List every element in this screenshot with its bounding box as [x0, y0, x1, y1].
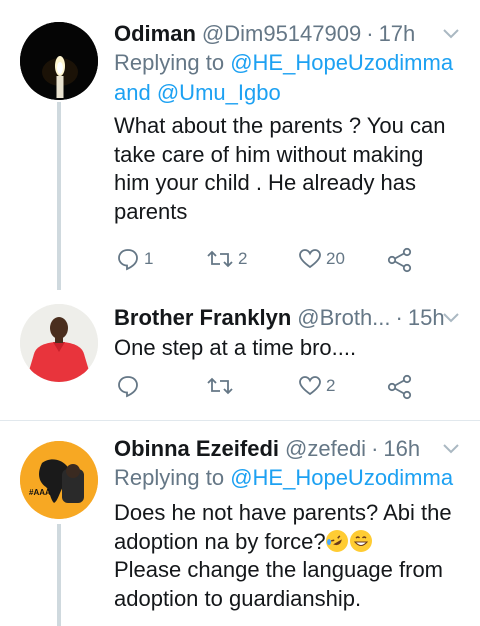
reply-icon	[116, 374, 140, 398]
action-bar: 2	[114, 374, 414, 404]
share-icon	[387, 374, 413, 400]
share-button[interactable]	[387, 374, 413, 400]
mention-link[interactable]: @HE_HopeUzodimma	[230, 50, 453, 75]
timestamp[interactable]: 15h	[408, 304, 445, 332]
share-icon	[387, 247, 413, 273]
reply-button[interactable]	[116, 374, 144, 398]
chevron-down-icon[interactable]	[442, 20, 460, 53]
thread-line	[57, 102, 61, 290]
tweet-header: Brother Franklyn @Broth... · 15h	[114, 304, 460, 332]
action-bar: 1 2 20	[114, 247, 414, 277]
reply-button[interactable]: 1	[116, 247, 153, 271]
rofl-emoji-icon	[325, 529, 348, 552]
separator-dot: ·	[371, 436, 379, 461]
share-button[interactable]	[387, 247, 413, 273]
user-handle[interactable]: @Broth...	[297, 304, 390, 332]
like-button[interactable]: 2	[298, 374, 335, 398]
replying-to: Replying to @HE_HopeUzodimma and @Umu_Ig…	[114, 50, 454, 105]
avatar[interactable]	[20, 304, 98, 382]
timestamp[interactable]: 17h	[379, 20, 416, 48]
heart-icon	[298, 247, 322, 271]
display-name[interactable]: Brother Franklyn	[114, 304, 291, 332]
reply-icon	[116, 247, 140, 271]
display-name[interactable]: Odiman	[114, 20, 196, 48]
retweet-icon	[206, 247, 234, 271]
like-count: 20	[326, 249, 345, 268]
retweet-button[interactable]	[206, 374, 238, 398]
tweet-2[interactable]: Brother Franklyn @Broth... · 15h One ste…	[0, 290, 480, 420]
retweet-icon	[206, 374, 234, 398]
retweet-count: 2	[238, 249, 248, 268]
grin-emoji-icon	[349, 529, 372, 552]
avatar[interactable]: #AAA	[20, 441, 98, 519]
and-text: and	[114, 80, 151, 105]
reply-count: 1	[144, 249, 154, 268]
chevron-down-icon[interactable]	[442, 304, 460, 337]
tweet-1[interactable]: Odiman @Dim95147909 · 17h Replying to @H…	[0, 0, 480, 290]
display-name[interactable]: Obinna Ezeifedi	[114, 435, 279, 463]
separator-dot: ·	[366, 21, 374, 46]
heart-icon	[298, 374, 322, 398]
chevron-down-icon[interactable]	[442, 435, 460, 468]
user-handle[interactable]: @Dim95147909	[202, 20, 361, 48]
timestamp[interactable]: 16h	[383, 435, 420, 463]
tweet-text: One step at a time bro....	[114, 335, 357, 360]
user-handle[interactable]: @zefedi	[285, 435, 366, 463]
retweet-button[interactable]: 2	[206, 247, 247, 271]
tweet-header: Odiman @Dim95147909 · 17h	[114, 20, 460, 48]
thread-line	[57, 524, 61, 626]
mention-link[interactable]: @HE_HopeUzodimma	[230, 465, 453, 490]
tweet-header: Obinna Ezeifedi @zefedi · 16h	[114, 435, 460, 463]
avatar[interactable]	[20, 22, 98, 100]
tweet-3[interactable]: #AAA Obinna Ezeifedi @zefedi · 16h Reply…	[0, 421, 480, 626]
mention-link[interactable]: @Umu_Igbo	[157, 80, 281, 105]
separator-dot: ·	[395, 305, 403, 330]
like-button[interactable]: 20	[298, 247, 345, 271]
tweet-text: What about the parents ? You can take ca…	[114, 113, 446, 224]
avatar-badge-text: #AAA	[29, 488, 51, 497]
replying-to: Replying to @HE_HopeUzodimma	[114, 465, 454, 490]
tweet-text: Does he not have parents? Abi the adopti…	[114, 500, 452, 611]
like-count: 2	[326, 376, 336, 395]
